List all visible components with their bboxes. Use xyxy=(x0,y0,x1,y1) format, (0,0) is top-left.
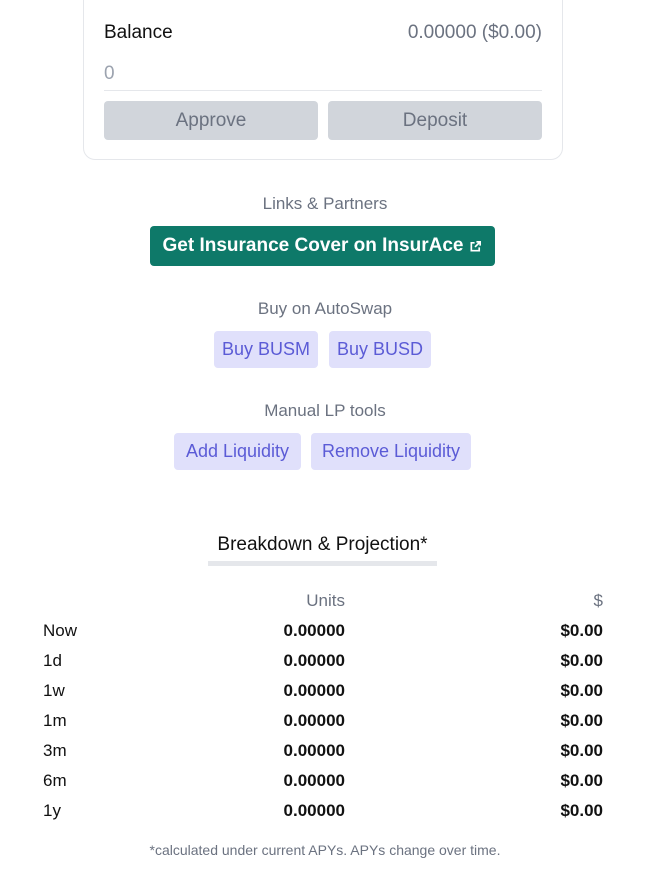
units-cell: 0.00000 xyxy=(283,681,345,700)
table-row: 1d 0.00000 $0.00 xyxy=(0,646,650,676)
table-row: 1m 0.00000 $0.00 xyxy=(0,706,650,736)
table-row: Now 0.00000 $0.00 xyxy=(0,616,650,646)
usd-cell: $0.00 xyxy=(560,801,603,820)
period-cell: 1y xyxy=(43,801,61,820)
period-cell: 6m xyxy=(43,771,67,790)
period-cell: 1m xyxy=(43,711,67,730)
usd-cell: $0.00 xyxy=(560,771,603,790)
units-cell: 0.00000 xyxy=(283,771,345,790)
table-header: Units $ xyxy=(0,586,650,616)
units-cell: 0.00000 xyxy=(283,741,345,760)
external-link-icon xyxy=(470,240,482,252)
table-row: 1y 0.00000 $0.00 xyxy=(0,796,650,826)
usd-header: $ xyxy=(593,591,603,610)
period-cell: Now xyxy=(43,621,78,640)
usd-cell: $0.00 xyxy=(560,711,603,730)
units-cell: 0.00000 xyxy=(283,801,345,820)
buy-busm-button[interactable]: Buy BUSM xyxy=(214,331,318,368)
usd-cell: $0.00 xyxy=(560,621,603,640)
lp-tools-title: Manual LP tools xyxy=(264,401,386,420)
period-cell: 1w xyxy=(43,681,65,700)
insurance-link-label: Get Insurance Cover on InsurAce xyxy=(162,235,464,256)
autoswap-title: Buy on AutoSwap xyxy=(257,299,393,318)
period-cell: 3m xyxy=(43,741,67,760)
breakdown-title: Breakdown & Projection* xyxy=(208,534,437,566)
usd-cell: $0.00 xyxy=(560,651,603,670)
table-row: 1w 0.00000 $0.00 xyxy=(0,676,650,706)
add-liquidity-button[interactable]: Add Liquidity xyxy=(174,433,301,470)
amount-input[interactable] xyxy=(104,57,542,91)
table-row: 6m 0.00000 $0.00 xyxy=(0,766,650,796)
links-partners-title: Links & Partners xyxy=(262,194,388,213)
units-cell: 0.00000 xyxy=(283,651,345,670)
period-cell: 1d xyxy=(43,651,62,670)
remove-liquidity-button[interactable]: Remove Liquidity xyxy=(311,433,471,470)
deposit-button[interactable]: Deposit xyxy=(328,101,542,140)
approve-button[interactable]: Approve xyxy=(104,101,318,140)
usd-cell: $0.00 xyxy=(560,741,603,760)
table-row: 3m 0.00000 $0.00 xyxy=(0,736,650,766)
units-header: Units xyxy=(306,591,345,610)
usd-cell: $0.00 xyxy=(560,681,603,700)
buy-busd-button[interactable]: Buy BUSD xyxy=(329,331,431,368)
insurance-link-button[interactable]: Get Insurance Cover on InsurAce xyxy=(150,226,495,266)
units-cell: 0.00000 xyxy=(283,621,345,640)
units-cell: 0.00000 xyxy=(283,711,345,730)
apy-footnote: *calculated under current APYs. APYs cha… xyxy=(149,842,501,858)
deposit-card: Balance 0.00000 ($0.00) Approve Deposit xyxy=(83,0,563,160)
projection-table: Units $ Now 0.00000 $0.00 1d 0.00000 $0.… xyxy=(0,586,650,826)
balance-label: Balance xyxy=(104,22,173,43)
balance-value: 0.00000 ($0.00) xyxy=(407,22,542,43)
